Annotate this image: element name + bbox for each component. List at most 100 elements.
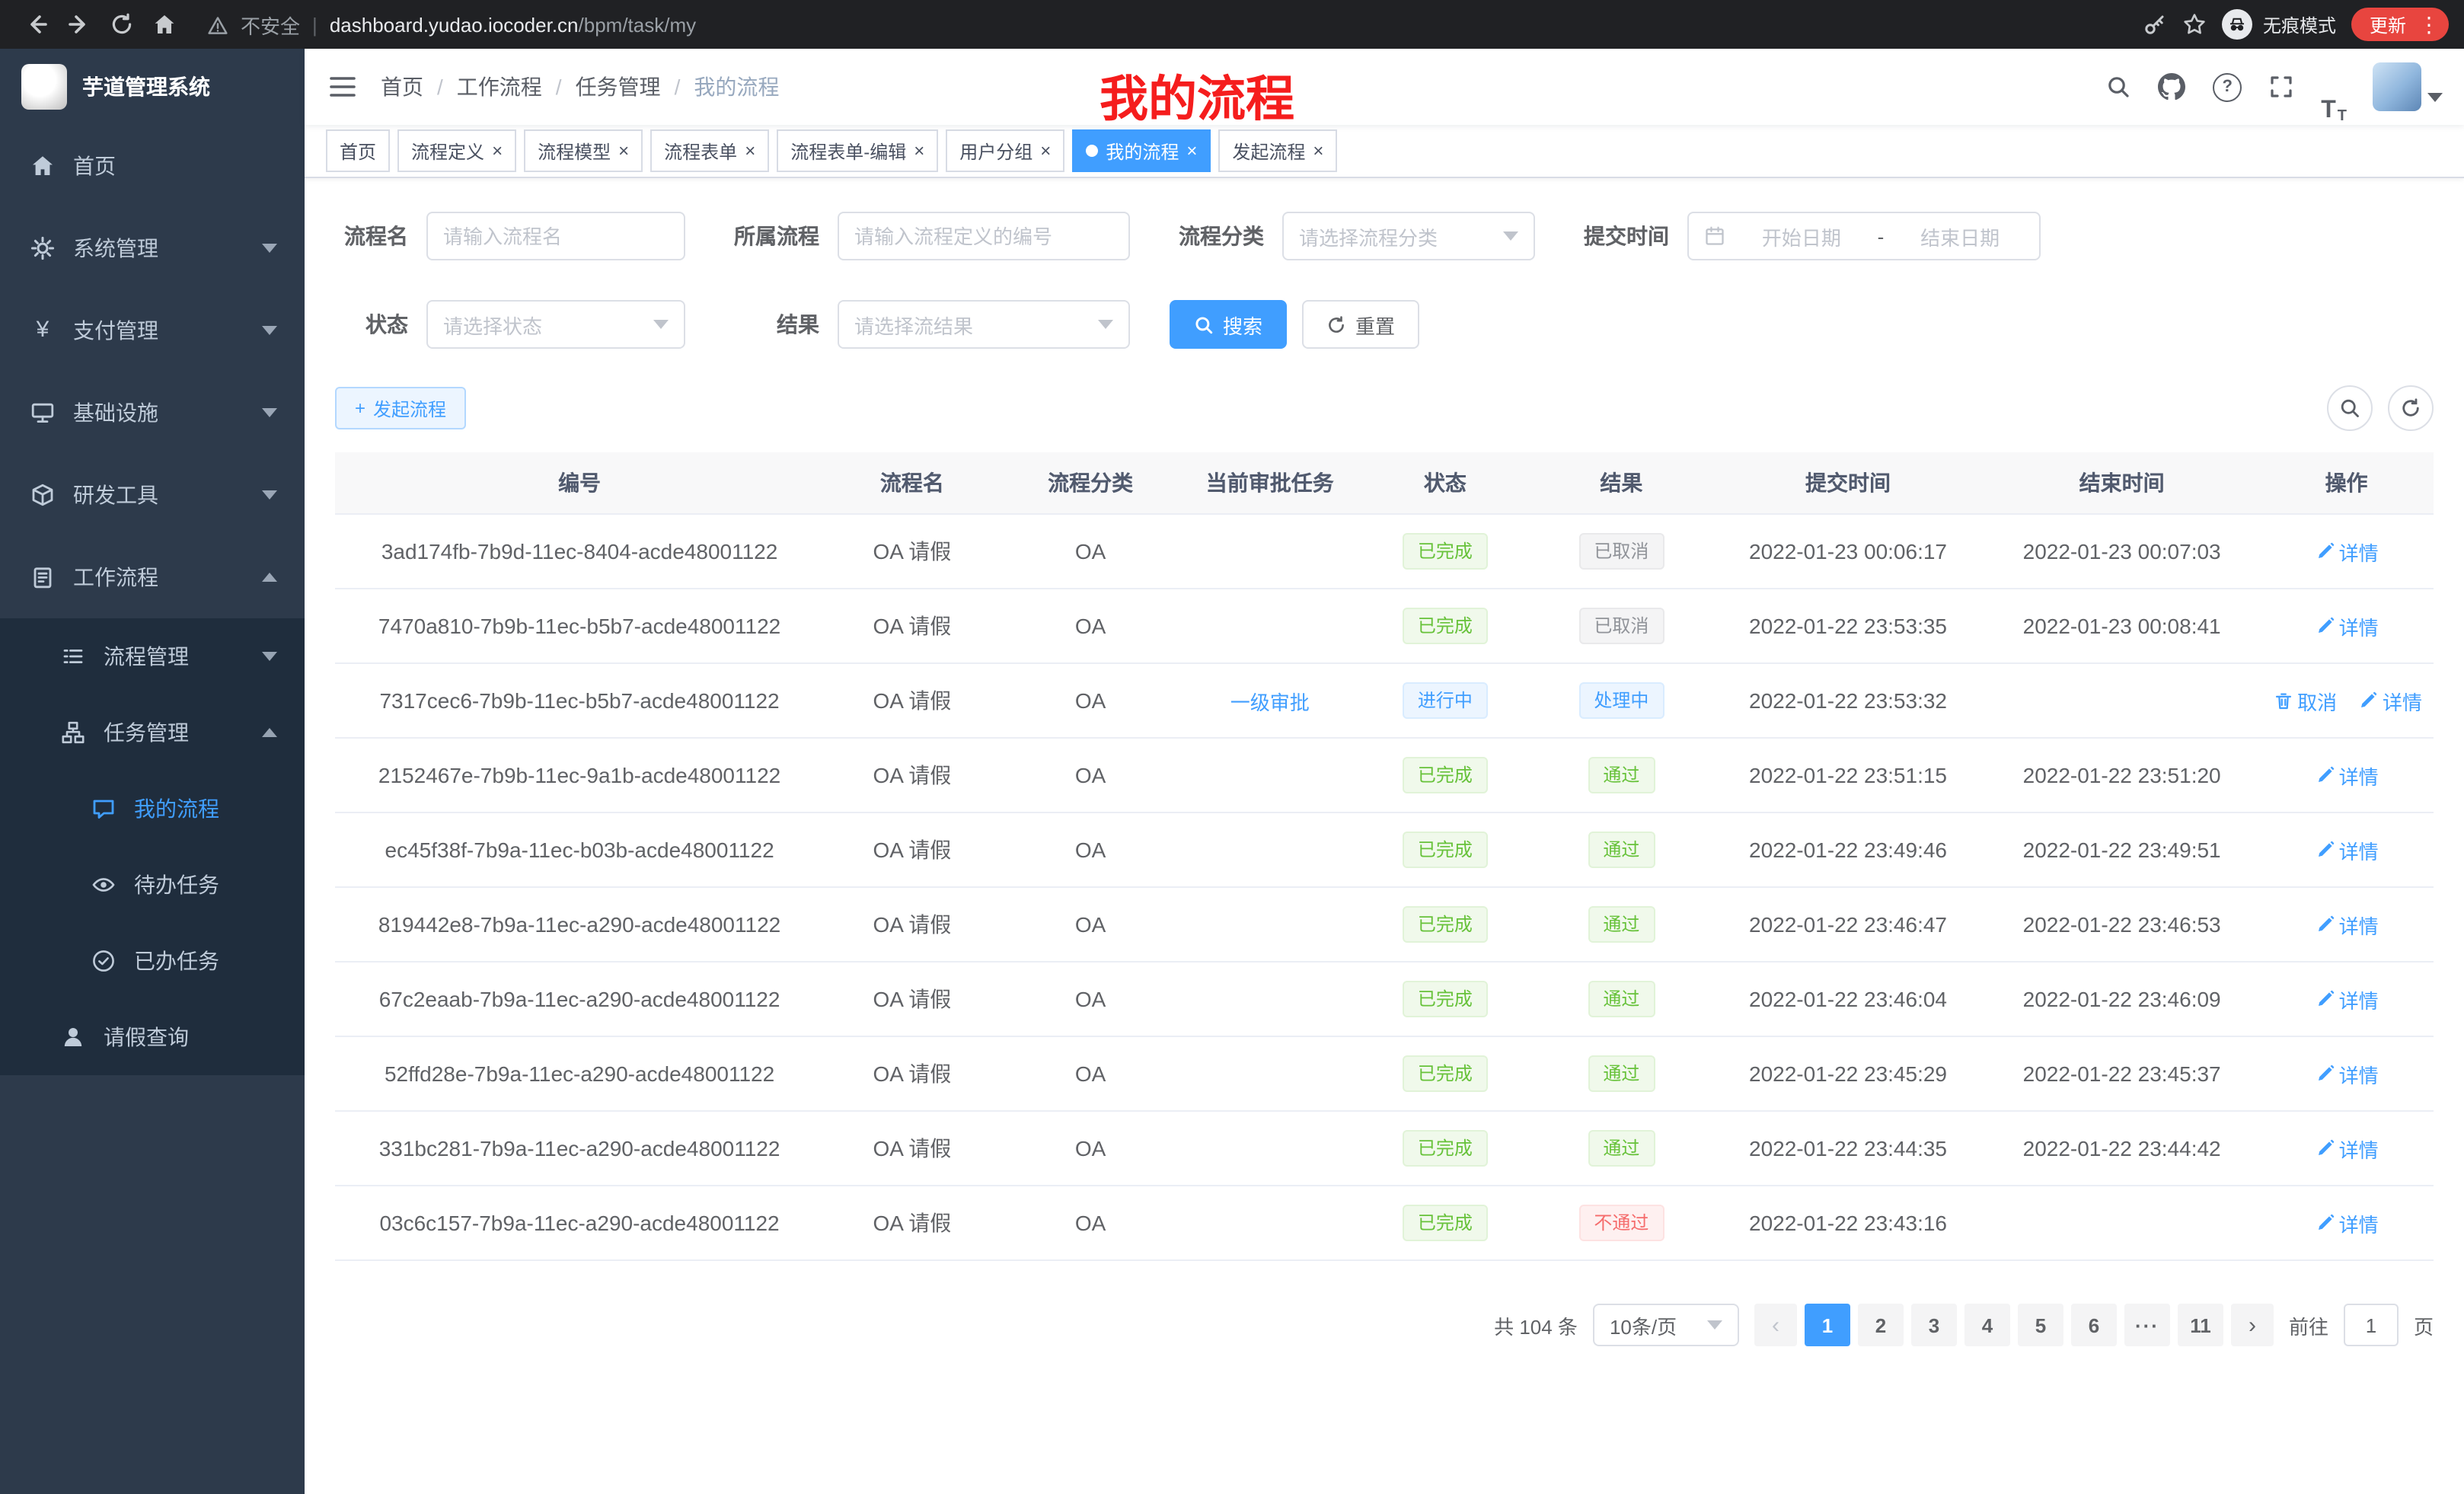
sidebar-item-dev-tools[interactable]: 研发工具 bbox=[0, 454, 305, 536]
status-select[interactable]: 请选择状态 bbox=[426, 300, 685, 349]
sidebar-item-workflow[interactable]: 工作流程 bbox=[0, 536, 305, 618]
sidebar-item-todo-tasks[interactable]: 待办任务 bbox=[0, 847, 305, 923]
goto-page-input[interactable] bbox=[2344, 1304, 2399, 1346]
fullscreen-icon[interactable] bbox=[2255, 49, 2307, 125]
chevron-down-icon bbox=[1098, 320, 1113, 329]
close-icon[interactable]: × bbox=[618, 142, 629, 160]
tab[interactable]: 流程定义 × bbox=[397, 129, 516, 172]
close-icon[interactable]: × bbox=[1040, 142, 1051, 160]
table-refresh-button[interactable] bbox=[2388, 385, 2434, 431]
sidebar-item-system[interactable]: 系统管理 bbox=[0, 207, 305, 289]
tab[interactable]: 我的流程 × bbox=[1072, 129, 1211, 172]
tab-label: 发起流程 bbox=[1232, 138, 1305, 164]
workflow-submenu: 流程管理 任务管理 我的流程 待办任务 已办 bbox=[0, 618, 305, 1075]
browser-menu-icon[interactable]: ⋮ bbox=[2418, 14, 2440, 35]
browser-reload-icon[interactable] bbox=[101, 3, 143, 46]
page-button[interactable]: 5 bbox=[2018, 1304, 2063, 1346]
calendar-icon bbox=[1704, 225, 1725, 247]
logo[interactable]: 芋道管理系统 bbox=[0, 49, 305, 125]
search-button[interactable]: 搜索 bbox=[1170, 300, 1287, 349]
caret-down-icon[interactable] bbox=[2427, 93, 2443, 102]
tab[interactable]: 流程表单 × bbox=[650, 129, 769, 172]
page-button[interactable]: 2 bbox=[1858, 1304, 1904, 1346]
page-button[interactable]: 6 bbox=[2071, 1304, 2117, 1346]
result-tag: 通过 bbox=[1588, 906, 1655, 943]
detail-link[interactable]: 详情 bbox=[2358, 686, 2422, 715]
submit-time-range[interactable]: 开始日期 - 结束日期 bbox=[1687, 212, 2041, 260]
sidebar-item-done-tasks[interactable]: 已办任务 bbox=[0, 923, 305, 999]
clipboard-icon bbox=[30, 565, 55, 589]
breadcrumb-item[interactable]: 任务管理 bbox=[576, 72, 661, 102]
tab[interactable]: 流程模型 × bbox=[524, 129, 643, 172]
sidebar-item-task-mgmt[interactable]: 任务管理 bbox=[0, 694, 305, 771]
detail-link[interactable]: 详情 bbox=[2315, 910, 2379, 939]
category-select[interactable]: 请选择流程分类 bbox=[1282, 212, 1535, 260]
tab[interactable]: 用户分组 × bbox=[946, 129, 1064, 172]
incognito-icon bbox=[2222, 9, 2252, 40]
tab[interactable]: 发起流程 × bbox=[1218, 129, 1337, 172]
cell-result: 处理中 bbox=[1531, 663, 1712, 738]
sidebar-item-leave-query[interactable]: 请假查询 bbox=[0, 999, 305, 1075]
page-button[interactable]: 3 bbox=[1911, 1304, 1957, 1346]
header-search-icon[interactable] bbox=[2092, 49, 2144, 125]
sidebar-item-payment[interactable]: ¥ 支付管理 bbox=[0, 289, 305, 372]
page-button[interactable]: 1 bbox=[1805, 1304, 1850, 1346]
page-button[interactable]: ··· bbox=[2124, 1304, 2170, 1346]
page-button[interactable]: 4 bbox=[1964, 1304, 2010, 1346]
close-icon[interactable]: × bbox=[745, 142, 755, 160]
sidebar-item-home[interactable]: 首页 bbox=[0, 125, 305, 207]
sidebar-item-process-mgmt[interactable]: 流程管理 bbox=[0, 618, 305, 694]
task-link[interactable]: 一级审批 bbox=[1230, 686, 1310, 715]
result-select[interactable]: 请选择流结果 bbox=[838, 300, 1130, 349]
update-button[interactable]: 更新 ⋮ bbox=[2351, 8, 2449, 41]
detail-link[interactable]: 详情 bbox=[2315, 761, 2379, 790]
sidebar-item-my-process[interactable]: 我的流程 bbox=[0, 771, 305, 847]
check-circle-icon bbox=[91, 949, 116, 973]
close-icon[interactable]: × bbox=[914, 142, 924, 160]
browser-chrome: 不安全 | dashboard.yudao.iocoder.cn/bpm/tas… bbox=[0, 0, 2464, 49]
cell-operations: 取消 详情 bbox=[2259, 887, 2434, 962]
security-label[interactable]: 不安全 bbox=[241, 10, 300, 39]
key-icon[interactable] bbox=[2143, 11, 2167, 37]
close-icon[interactable]: × bbox=[492, 142, 503, 160]
detail-link[interactable]: 详情 bbox=[2315, 985, 2379, 1014]
chevron-down-icon bbox=[653, 320, 669, 329]
browser-forward-icon[interactable] bbox=[58, 3, 101, 46]
sidebar-item-infra[interactable]: 基础设施 bbox=[0, 372, 305, 454]
prev-page-button[interactable]: ‹ bbox=[1754, 1304, 1797, 1346]
browser-home-icon[interactable] bbox=[143, 3, 186, 46]
start-date-placeholder: 开始日期 bbox=[1738, 222, 1866, 251]
address-bar[interactable]: 不安全 | dashboard.yudao.iocoder.cn/bpm/tas… bbox=[207, 10, 2143, 39]
detail-link[interactable]: 详情 bbox=[2315, 1208, 2379, 1237]
table-search-button[interactable] bbox=[2327, 385, 2373, 431]
close-icon[interactable]: × bbox=[1313, 142, 1323, 160]
help-icon[interactable]: ? bbox=[2199, 49, 2255, 125]
detail-link[interactable]: 详情 bbox=[2315, 1134, 2379, 1163]
detail-link[interactable]: 详情 bbox=[2315, 611, 2379, 640]
tab[interactable]: 首页 × bbox=[326, 129, 390, 172]
process-name-input[interactable] bbox=[426, 212, 685, 260]
process-def-input[interactable] bbox=[838, 212, 1130, 260]
avatar[interactable] bbox=[2373, 62, 2421, 111]
next-page-button[interactable]: › bbox=[2231, 1304, 2274, 1346]
page-size-select[interactable]: 10条/页 bbox=[1593, 1304, 1739, 1346]
breadcrumb-item[interactable]: 工作流程 bbox=[457, 72, 542, 102]
detail-link[interactable]: 详情 bbox=[2315, 1059, 2379, 1088]
page-button[interactable]: 11 bbox=[2178, 1304, 2223, 1346]
github-icon[interactable] bbox=[2144, 49, 2199, 125]
logo-image bbox=[21, 64, 67, 110]
cell-current-task bbox=[1181, 514, 1359, 589]
create-process-button[interactable]: + 发起流程 bbox=[335, 387, 466, 429]
font-size-icon[interactable]: TT bbox=[2307, 49, 2360, 125]
tab[interactable]: 流程表单-编辑 × bbox=[777, 129, 938, 172]
cancel-link[interactable]: 取消 bbox=[2273, 686, 2337, 715]
reset-button[interactable]: 重置 bbox=[1302, 300, 1419, 349]
close-icon[interactable]: × bbox=[1186, 142, 1197, 160]
breadcrumb-item[interactable]: 首页 bbox=[381, 72, 423, 102]
browser-back-icon[interactable] bbox=[15, 3, 58, 46]
hamburger-icon[interactable] bbox=[305, 49, 381, 125]
tab-label: 流程表单 bbox=[664, 138, 737, 164]
star-icon[interactable] bbox=[2182, 11, 2207, 37]
detail-link[interactable]: 详情 bbox=[2315, 835, 2379, 864]
detail-link[interactable]: 详情 bbox=[2315, 537, 2379, 566]
